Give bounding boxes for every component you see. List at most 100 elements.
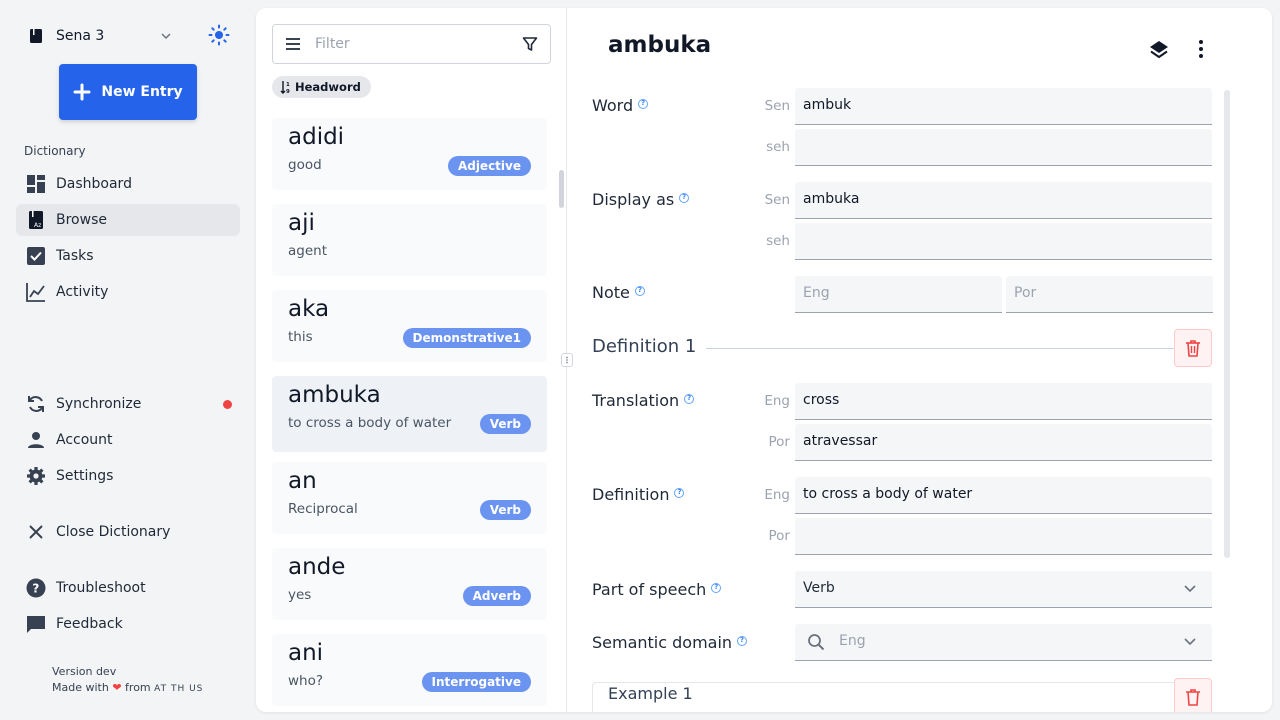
entry-gloss: who? — [288, 673, 324, 689]
project-name: Sena 3 — [56, 28, 105, 44]
word-label: Word? — [592, 96, 649, 115]
help-icon[interactable]: ? — [679, 193, 690, 203]
semantic-domain-select[interactable]: Eng — [795, 624, 1212, 661]
dashboard-icon — [25, 173, 47, 195]
sort-chip[interactable]: 19 Headword — [272, 76, 371, 98]
funnel-icon[interactable] — [522, 36, 538, 52]
nav-tasks[interactable]: Tasks — [16, 240, 240, 272]
chevron-down-icon[interactable] — [158, 28, 174, 44]
pos-select[interactable]: Verb — [795, 571, 1212, 608]
nav-account[interactable]: Account — [16, 424, 240, 456]
version-label: Version dev — [52, 665, 117, 678]
pos-badge: Verb — [479, 500, 531, 520]
note-label-text: Note — [592, 283, 630, 302]
list-item[interactable]: aji agent — [272, 204, 547, 276]
definition-label-text: Definition — [592, 485, 670, 504]
checkbox-icon — [25, 245, 47, 267]
nav-settings[interactable]: Settings — [16, 460, 240, 492]
from-label: from — [125, 681, 151, 694]
sun-icon[interactable] — [208, 24, 230, 46]
project-selector[interactable]: Sena 3 — [24, 22, 240, 50]
close-icon — [25, 521, 47, 543]
svg-text:9: 9 — [286, 89, 290, 94]
sidebar: Sena 3 New Entry Dictionary Dashboard Az… — [0, 0, 256, 720]
list-item[interactable]: ande yes Adverb — [272, 548, 547, 620]
nav-close-dictionary[interactable]: Close Dictionary — [16, 516, 240, 548]
menu-icon[interactable] — [285, 37, 301, 51]
entry-headword: aka — [288, 296, 330, 322]
more-vertical-icon[interactable] — [1198, 39, 1204, 59]
word-field-sen[interactable]: ambuk — [795, 88, 1212, 125]
display-field-sen[interactable]: ambuka — [795, 182, 1212, 219]
note-field-eng[interactable]: Eng — [795, 276, 1002, 313]
nav-browse[interactable]: Az Browse — [16, 204, 240, 236]
help-icon[interactable]: ? — [674, 488, 685, 498]
word-label-text: Word — [592, 96, 634, 115]
list-scrollbar[interactable] — [559, 170, 564, 208]
entry-editor: ambuka Word? Sen ambuk seh Display as? S… — [568, 8, 1272, 712]
note-label: Note? — [592, 283, 645, 302]
help-icon[interactable]: ? — [684, 394, 695, 404]
ws-label: seh — [766, 139, 790, 155]
ws-label: Eng — [764, 487, 790, 503]
editor-scrollbar[interactable] — [1224, 90, 1230, 558]
translation-label: Translation? — [592, 391, 695, 410]
nav-label: Troubleshoot — [56, 580, 146, 596]
help-icon[interactable]: ? — [634, 286, 645, 296]
nav-troubleshoot[interactable]: ? Troubleshoot — [16, 572, 240, 604]
section-label: Dictionary — [24, 144, 86, 158]
list-item[interactable]: aka this Demonstrative1 — [272, 290, 547, 362]
delete-definition-button[interactable] — [1174, 329, 1212, 367]
delete-example-button[interactable] — [1174, 678, 1212, 712]
list-item[interactable]: ani who? Interrogative — [272, 634, 547, 706]
chevron-down-icon — [1184, 638, 1196, 646]
help-icon[interactable]: ? — [737, 636, 748, 646]
translation-label-text: Translation — [592, 391, 680, 410]
help-icon[interactable]: ? — [711, 583, 722, 593]
filter-input[interactable] — [315, 36, 495, 52]
display-field-seh[interactable] — [795, 223, 1212, 260]
nav-label: Browse — [56, 212, 107, 228]
nav-label: Activity — [56, 284, 109, 300]
translation-field-eng[interactable]: cross — [795, 383, 1212, 420]
nav-feedback[interactable]: Feedback — [16, 608, 240, 640]
pos-badge: Demonstrative1 — [402, 328, 531, 348]
entry-gloss: Reciprocal — [288, 501, 358, 517]
org-logo[interactable]: AT TH US — [154, 684, 203, 694]
list-item[interactable]: adidi good Adjective — [272, 118, 547, 190]
definition-field-por[interactable] — [795, 518, 1212, 555]
ws-label: Por — [768, 528, 790, 544]
sync-status-dot — [223, 400, 232, 409]
entry-gloss: to cross a body of water — [288, 415, 452, 431]
semantic-domain-placeholder: Eng — [839, 633, 866, 649]
ws-label: seh — [766, 233, 790, 249]
list-item[interactable]: an Reciprocal Verb — [272, 462, 547, 534]
entry-gloss: good — [288, 157, 322, 173]
nav-dashboard[interactable]: Dashboard — [16, 168, 240, 200]
nav-synchronize[interactable]: Synchronize — [16, 388, 240, 420]
translation-field-por[interactable]: atravessar — [795, 424, 1212, 461]
ws-label: Sen — [764, 192, 790, 208]
definition-heading: Definition 1 — [592, 336, 697, 357]
word-field-seh[interactable] — [795, 129, 1212, 166]
list-item-selected[interactable]: ambuka to cross a body of water Verb — [272, 376, 547, 452]
user-icon — [25, 429, 47, 451]
help-icon[interactable]: ? — [638, 99, 649, 109]
entry-headword: adidi — [288, 124, 345, 150]
new-entry-button[interactable]: New Entry — [59, 64, 197, 120]
entry-headword: an — [288, 468, 317, 494]
note-field-por[interactable]: Por — [1006, 276, 1213, 313]
nav-label: Settings — [56, 468, 114, 484]
pos-select-value: Verb — [803, 580, 835, 596]
pos-label: Part of speech? — [592, 580, 722, 599]
ws-label: Por — [768, 434, 790, 450]
main-panel: 19 Headword adidi good Adjective aji age… — [256, 8, 1272, 712]
book-az-icon: Az — [25, 209, 47, 231]
nav-activity[interactable]: Activity — [16, 276, 240, 308]
ws-label: Sen — [764, 98, 790, 114]
layers-icon[interactable] — [1148, 39, 1170, 61]
entry-gloss: yes — [288, 587, 312, 603]
entry-title: ambuka — [608, 32, 712, 58]
definition-field-eng[interactable]: to cross a body of water — [795, 477, 1212, 514]
plus-icon — [73, 83, 91, 101]
